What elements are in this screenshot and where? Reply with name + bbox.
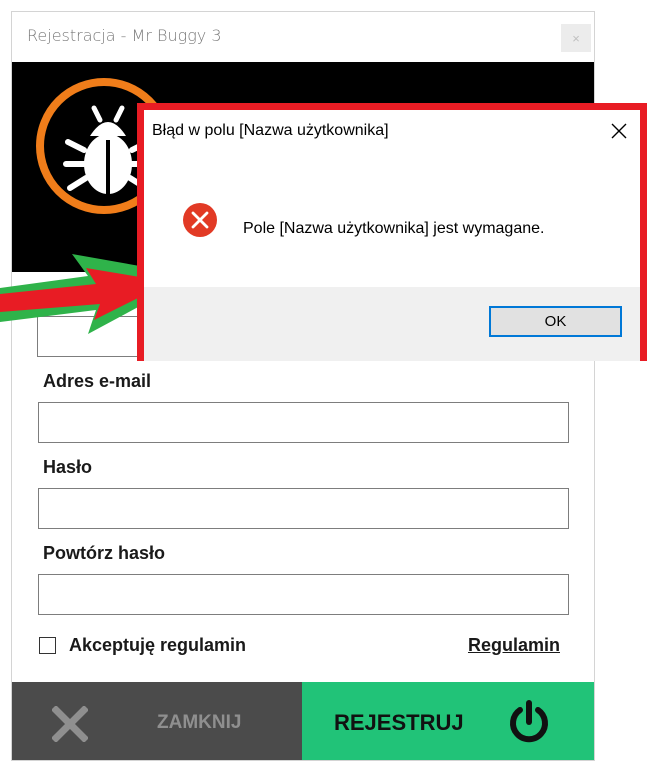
register-button[interactable]: REJESTRUJ bbox=[302, 682, 594, 760]
close-icon bbox=[611, 123, 627, 139]
email-field[interactable] bbox=[38, 402, 569, 443]
email-label: Adres e-mail bbox=[43, 371, 152, 391]
close-button-label: ZAMKNIJ bbox=[157, 712, 242, 733]
accept-terms-checkbox[interactable] bbox=[39, 637, 56, 654]
window-close-button[interactable]: × bbox=[561, 24, 591, 52]
close-icon bbox=[52, 706, 88, 742]
error-icon bbox=[183, 203, 217, 237]
dialog-message: Pole [Nazwa użytkownika] jest wymagane. bbox=[243, 220, 545, 237]
window-title: Rejestracja - Mr Buggy 3 bbox=[27, 26, 222, 45]
window-titlebar: Rejestracja - Mr Buggy 3 × bbox=[12, 12, 594, 62]
password-label: Hasło bbox=[43, 457, 93, 477]
dialog-title: Błąd w polu [Nazwa użytkownika] bbox=[152, 122, 389, 139]
repeat-password-label: Powtórz hasło bbox=[43, 543, 166, 563]
register-button-label: REJESTRUJ bbox=[334, 710, 464, 735]
ok-button[interactable]: OK bbox=[489, 306, 622, 337]
power-icon bbox=[510, 700, 548, 743]
error-dialog: Błąd w polu [Nazwa użytkownika] Pole [Na… bbox=[137, 103, 647, 361]
close-button[interactable]: ZAMKNIJ bbox=[12, 682, 302, 760]
accept-terms-label: Akceptuję regulamin bbox=[69, 635, 247, 655]
repeat-password-field[interactable] bbox=[38, 574, 569, 615]
terms-link[interactable]: Regulamin bbox=[468, 635, 560, 656]
password-field[interactable] bbox=[38, 488, 569, 529]
dialog-footer: OK bbox=[144, 287, 640, 361]
dialog-close-button[interactable] bbox=[606, 118, 632, 144]
